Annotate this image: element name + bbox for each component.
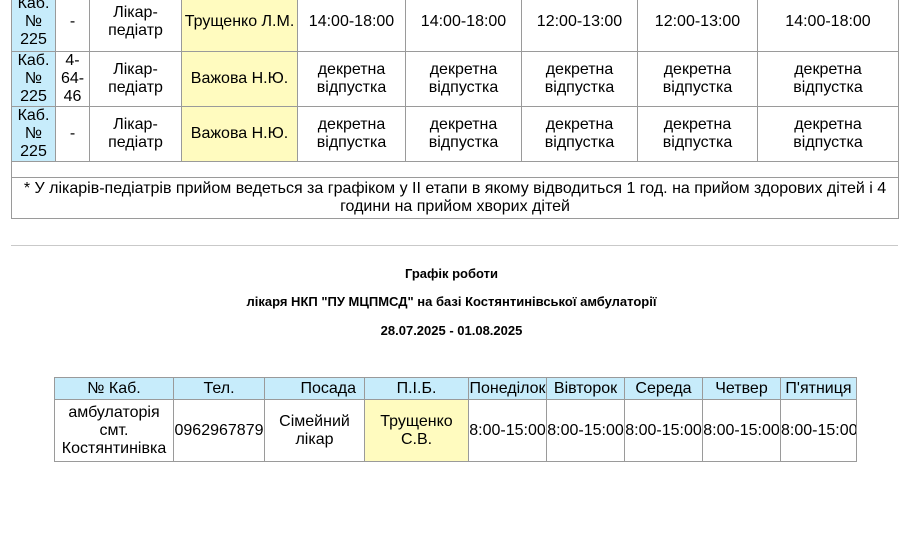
header-cabinet: № Каб. bbox=[54, 377, 174, 400]
friday-cell: декретна відпустка bbox=[757, 51, 899, 107]
friday-cell: 8:00-15:00 bbox=[780, 399, 857, 462]
empty-cell bbox=[11, 161, 899, 178]
cabinet-cell: Каб. № 225 bbox=[11, 106, 56, 162]
header-position: Посада bbox=[264, 377, 365, 400]
doctor-name-cell: Трущенко Л.М. bbox=[181, 0, 298, 52]
position-cell: Лікар-педіатр bbox=[89, 0, 182, 52]
monday-cell: 14:00-18:00 bbox=[297, 0, 406, 52]
header-phone: Тел. bbox=[173, 377, 265, 400]
thursday-cell: декретна відпустка bbox=[637, 106, 758, 162]
cabinet-cell: Каб. № 225 bbox=[11, 0, 56, 52]
doctor-name-cell: Важова Н.Ю. bbox=[181, 106, 298, 162]
footnote: * У лікарів-педіатрів прийом ведеться за… bbox=[11, 177, 899, 219]
position-cell: Сімейний лікар bbox=[264, 399, 365, 462]
schedule-heading-subtitle: лікаря НКП "ПУ МЦПМСД" на базі Костянтин… bbox=[246, 294, 657, 309]
cabinet-cell: амбулаторія смт. Костянтинівка bbox=[54, 399, 174, 462]
wednesday-cell: 12:00-13:00 bbox=[521, 0, 638, 52]
monday-cell: 8:00-15:00 bbox=[468, 399, 547, 462]
phone-cell: - bbox=[55, 106, 90, 162]
header-friday: П'ятниця bbox=[780, 377, 857, 400]
friday-cell: декретна відпустка bbox=[757, 106, 899, 162]
top-schedule-table: Каб. № 225 - Лікар-педіатр Трущенко Л.М.… bbox=[11, 0, 899, 219]
thursday-cell: 12:00-13:00 bbox=[637, 0, 758, 52]
table-header-row: № Каб. Тел. Посада П.І.Б. Понеділок Вівт… bbox=[54, 377, 857, 400]
monday-cell: декретна відпустка bbox=[297, 106, 406, 162]
phone-cell: - bbox=[55, 0, 90, 52]
header-thursday: Четвер bbox=[702, 377, 781, 400]
header-wednesday: Середа bbox=[624, 377, 703, 400]
header-monday: Понеділок bbox=[468, 377, 547, 400]
wednesday-cell: декретна відпустка bbox=[521, 106, 638, 162]
header-name: П.І.Б. bbox=[364, 377, 469, 400]
footnote-row: * У лікарів-педіатрів прийом ведеться за… bbox=[11, 177, 899, 219]
table-row: Каб. № 225 - Лікар-педіатр Важова Н.Ю. д… bbox=[11, 106, 899, 162]
friday-cell: 14:00-18:00 bbox=[757, 0, 899, 52]
cabinet-cell: Каб. № 225 bbox=[11, 51, 56, 107]
schedule-heading-title: Графік роботи bbox=[404, 266, 499, 281]
wednesday-cell: декретна відпустка bbox=[521, 51, 638, 107]
doctor-name-cell: Трущенко С.В. bbox=[364, 399, 469, 462]
empty-row bbox=[11, 161, 899, 178]
phone-cell: 4-64-46 bbox=[55, 51, 90, 107]
table-row: амбулаторія смт. Костянтинівка 096296787… bbox=[54, 399, 857, 462]
position-cell: Лікар-педіатр bbox=[89, 106, 182, 162]
phone-cell: 0962967879 bbox=[173, 399, 265, 462]
thursday-cell: декретна відпустка bbox=[637, 51, 758, 107]
tuesday-cell: 8:00-15:00 bbox=[546, 399, 625, 462]
table-row: Каб. № 225 4-64-46 Лікар-педіатр Важова … bbox=[11, 51, 899, 107]
tuesday-cell: декретна відпустка bbox=[405, 106, 522, 162]
doctor-name-cell: Важова Н.Ю. bbox=[181, 51, 298, 107]
monday-cell: декретна відпустка bbox=[297, 51, 406, 107]
wednesday-cell: 8:00-15:00 bbox=[624, 399, 703, 462]
top-schedule: Каб. № 225 - Лікар-педіатр Трущенко Л.М.… bbox=[11, 0, 899, 219]
header-tuesday: Вівторок bbox=[546, 377, 625, 400]
tuesday-cell: декретна відпустка bbox=[405, 51, 522, 107]
position-cell: Лікар-педіатр bbox=[89, 51, 182, 107]
schedule-heading-dates: 28.07.2025 - 01.08.2025 bbox=[380, 323, 523, 338]
tuesday-cell: 14:00-18:00 bbox=[405, 0, 522, 52]
table-row: Каб. № 225 - Лікар-педіатр Трущенко Л.М.… bbox=[11, 0, 899, 52]
divider bbox=[11, 245, 898, 246]
bottom-schedule-table: № Каб. Тел. Посада П.І.Б. Понеділок Вівт… bbox=[54, 377, 857, 462]
thursday-cell: 8:00-15:00 bbox=[702, 399, 781, 462]
